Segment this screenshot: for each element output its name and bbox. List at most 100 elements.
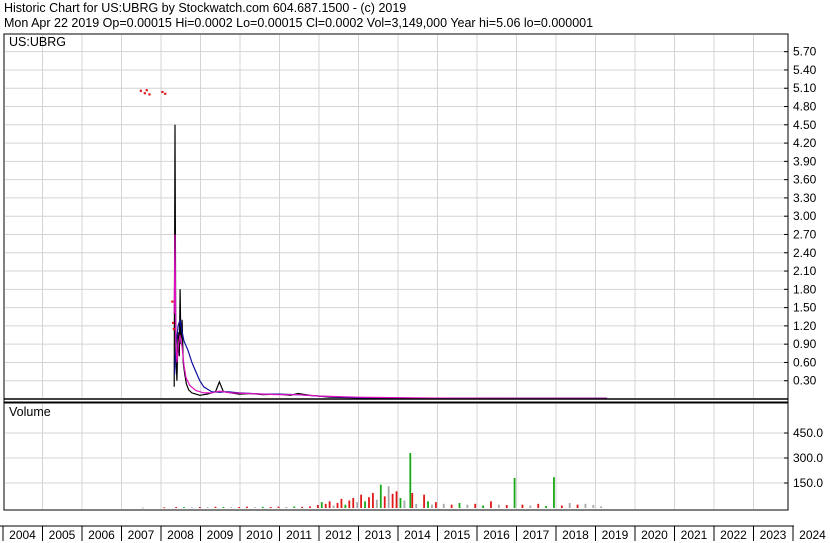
price-y-tick-label: 5.10 (793, 81, 817, 95)
volume-bar (309, 506, 311, 508)
volume-bar (324, 503, 327, 508)
price-y-axis: 5.70 5.40 5.10 4.80 4.50 4.20 3.90 3.60 3.30 3.00… (784, 45, 817, 388)
volume-bar (600, 506, 603, 508)
price-dot (172, 327, 175, 331)
x-tick-label: 2014 (404, 528, 431, 542)
volume-bar (403, 500, 406, 508)
x-tick-label: 2004 (9, 528, 36, 542)
x-tick-label: 2024 (799, 528, 826, 542)
price-dot (148, 93, 151, 96)
price-y-tick-label: 4.80 (793, 100, 817, 114)
volume-bar (529, 505, 532, 508)
x-tick-label: 2018 (562, 528, 589, 542)
volume-bar (505, 505, 508, 508)
volume-bar (175, 507, 178, 508)
volume-bar (285, 507, 288, 508)
price-dot (143, 92, 146, 95)
volume-bar (442, 503, 445, 508)
volume-bar (163, 507, 166, 509)
x-tick-label: 2011 (286, 528, 312, 542)
volume-bar (427, 501, 429, 508)
volume-y-tick-label: 300.0 (793, 451, 823, 465)
volume-bar (399, 498, 402, 508)
volume-bar (537, 503, 540, 508)
volume-bar (332, 505, 335, 508)
volume-bar (434, 502, 437, 508)
volume-bar (206, 507, 209, 508)
volume-bar (301, 506, 303, 508)
volume-bar (190, 507, 193, 509)
price-y-tick-label: 2.40 (793, 246, 817, 260)
volume-bar (450, 504, 453, 508)
volume-bar (246, 506, 248, 508)
volume-bar (141, 507, 144, 509)
x-tick-label: 2022 (720, 528, 747, 542)
price-y-tick-label: 5.40 (793, 63, 817, 77)
volume-bar (466, 504, 469, 508)
price-y-tick-label: 4.50 (793, 118, 817, 132)
volume-y-axis: 450.0 300.0 150.0 (784, 426, 823, 490)
volume-bar (545, 506, 547, 508)
volume-bar (360, 494, 363, 508)
volume-bar (592, 505, 595, 508)
volume-bar (375, 499, 378, 508)
price-y-tick-label: 3.90 (793, 154, 817, 168)
volume-bar (364, 501, 366, 508)
volume-bar (253, 507, 256, 508)
x-tick-label: 2010 (246, 528, 273, 542)
volume-bar (383, 496, 386, 508)
volume-bar (293, 506, 296, 508)
volume-bar (183, 507, 185, 508)
volume-bar (320, 502, 323, 508)
price-dot (172, 321, 175, 325)
x-tick-label: 2016 (483, 528, 510, 542)
volume-bar (560, 505, 563, 508)
volume-bar (340, 498, 343, 508)
price-y-tick-label: 3.60 (793, 173, 817, 187)
price-y-tick-label: 2.10 (793, 264, 817, 278)
volume-bar (344, 504, 347, 508)
volume-bar (356, 502, 359, 508)
price-y-tick-label: 2.70 (793, 227, 817, 241)
x-tick-label: 2023 (760, 528, 787, 542)
x-tick-label: 2007 (128, 528, 155, 542)
volume-bar (198, 507, 201, 508)
volume-y-tick-label: 150.0 (793, 476, 823, 490)
volume-bar (474, 503, 477, 508)
volume-bar (423, 494, 425, 508)
x-tick-label: 2006 (88, 528, 115, 542)
price-y-tick-label: 5.70 (793, 45, 817, 59)
price-panel-title: US:UBRG (9, 35, 66, 49)
x-tick-label: 2005 (49, 528, 76, 542)
volume-bar (214, 506, 217, 508)
x-tick-label: 2021 (681, 528, 708, 542)
x-tick-label: 2013 (365, 528, 392, 542)
volume-bar (395, 491, 398, 508)
volume-bar (576, 504, 579, 508)
volume-bar (490, 501, 492, 508)
volume-bar (336, 503, 339, 508)
price-y-tick-label: 1.20 (793, 319, 817, 333)
price-dot (171, 300, 174, 303)
volume-bar (222, 507, 225, 508)
x-tick-label: 2017 (523, 528, 550, 542)
volume-bar (458, 503, 461, 508)
volume-bar (553, 477, 555, 508)
price-y-tick-label: 1.50 (793, 301, 817, 315)
volume-bar (391, 493, 394, 508)
volume-bar (521, 504, 524, 508)
stock-chart: 5.70 5.40 5.10 4.80 4.50 4.20 3.90 3.60 3.30 3.00… (0, 33, 826, 542)
x-axis: 2004 2005 2006 2007 2008 2009 2010 2011 2012 2013… (0, 525, 826, 542)
volume-bar (513, 478, 516, 508)
x-tick-label: 2008 (167, 528, 194, 542)
volume-bar (584, 503, 587, 508)
volume-bar (411, 493, 414, 508)
volume-bar (269, 507, 272, 508)
volume-bar (368, 497, 370, 508)
volume-bar (415, 503, 418, 508)
volume-bar (238, 507, 241, 508)
volume-bar (387, 486, 390, 508)
price-dot (164, 92, 167, 95)
x-tick-label: 2015 (444, 528, 471, 542)
price-dot (145, 89, 148, 92)
